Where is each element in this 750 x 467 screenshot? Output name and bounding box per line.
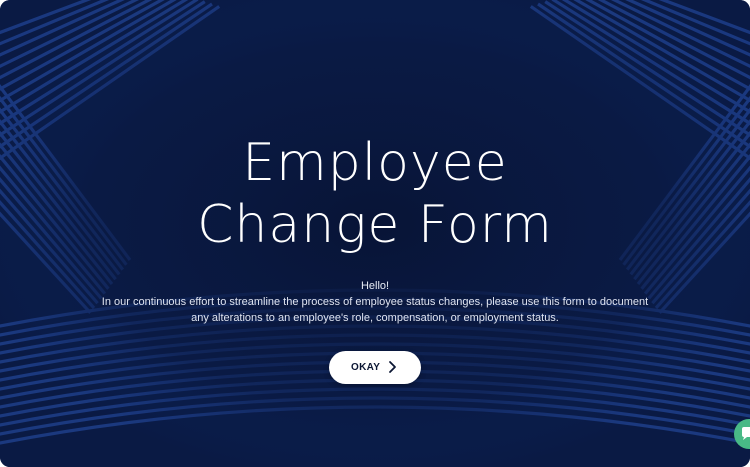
form-welcome-screen: Employee Change Form Hello! In our conti… [0, 0, 750, 467]
okay-button[interactable]: OKAY [329, 351, 421, 384]
title-line-2: Change Form [197, 195, 553, 255]
description-text: In our continuous effort to streamline t… [101, 296, 649, 324]
okay-button-label: OKAY [351, 362, 381, 373]
chat-bubble-icon [742, 427, 750, 440]
page-title: Employee Change Form [0, 132, 750, 256]
chevron-right-icon [387, 360, 397, 374]
title-line-1: Employee [242, 133, 508, 193]
welcome-content: Employee Change Form Hello! In our conti… [0, 0, 750, 467]
greeting-text: Hello! [360, 280, 390, 292]
